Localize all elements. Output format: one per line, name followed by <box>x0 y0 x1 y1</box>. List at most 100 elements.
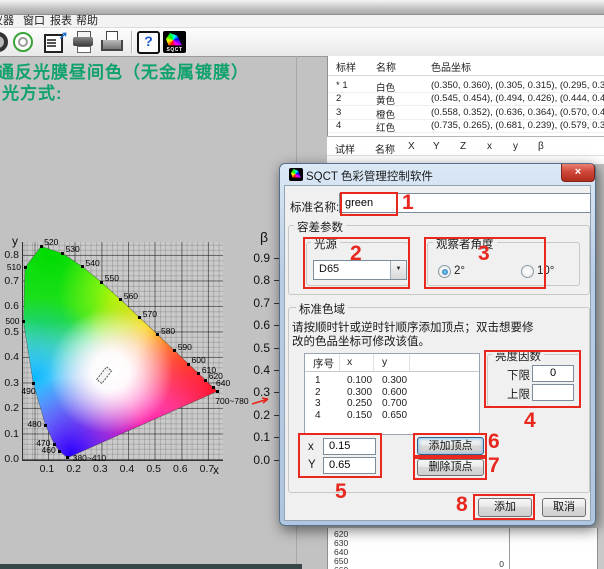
cie-horseshoe <box>23 242 223 460</box>
printer-icon[interactable] <box>72 31 96 53</box>
locus-point <box>119 298 122 301</box>
annotation-box-7 <box>413 457 487 480</box>
annotation-number-8: 8 <box>456 494 468 516</box>
x-axis-tick: 0.3 <box>89 463 111 475</box>
locus-wavelength-label: 570 <box>143 310 157 319</box>
spectral-value: 0 <box>458 559 504 569</box>
locus-point <box>53 443 56 446</box>
beta-axis-tick: 0.5 <box>236 341 270 355</box>
annotation-box-1 <box>340 192 398 216</box>
toolbar-separator <box>131 31 133 53</box>
annotation-number-7: 7 <box>488 455 500 477</box>
locus-point <box>24 266 27 269</box>
locus-point <box>187 363 190 366</box>
cancel-button[interactable]: 取消 <box>542 498 586 517</box>
vertex-row[interactable]: 10.1000.300 <box>305 375 479 387</box>
annotation-number-2: 2 <box>350 243 362 265</box>
annotation-number-1: 1 <box>402 192 414 214</box>
beta-axis-tick: 0.1 <box>236 430 270 444</box>
beta-axis-label: β <box>260 229 268 245</box>
dialog-title: SQCT 色彩管理控制软件 <box>306 168 433 184</box>
annotation-number-3: 3 <box>478 243 490 265</box>
circle-tool-icon[interactable] <box>0 31 11 53</box>
column-header: 名称 <box>376 59 396 73</box>
y-axis-tick: 0.8 <box>0 249 19 261</box>
menu-item-report[interactable]: 报表 <box>50 15 72 27</box>
column-header: 色品坐标 <box>431 59 471 73</box>
locus-wavelength-label: 490 <box>21 387 35 396</box>
report-export-icon[interactable]: ➚ <box>43 31 67 53</box>
vertex-col-x: x <box>347 356 352 368</box>
locus-point <box>173 349 176 352</box>
window-bottom-edge <box>0 564 302 569</box>
column-header: 名称 <box>375 141 395 154</box>
instruction-line2: 改的色品坐标可修改该值。 <box>292 333 430 349</box>
column-header: y <box>513 141 518 154</box>
locus-wavelength-label: 520 <box>44 238 58 247</box>
locus-point <box>212 386 215 389</box>
vertex-col-y: y <box>382 356 387 368</box>
gamut-group-label: 标准色域 <box>296 301 348 317</box>
menu-item-help[interactable]: 帮助 <box>76 15 98 27</box>
locus-wavelength-label: 480 <box>25 420 42 429</box>
locus-wavelength-label: 580 <box>161 327 175 336</box>
table-row[interactable]: 2黄色(0.545, 0.454), (0.494, 0.426), (0.44… <box>328 92 604 106</box>
vertex-table[interactable]: 序号 x y 10.1000.30020.3000.60030.2500.700… <box>304 353 480 435</box>
locus-point <box>22 320 25 323</box>
y-axis-tick: 0.2 <box>0 402 19 414</box>
locus-wavelength-label: 550 <box>105 274 119 283</box>
scrollbar-strip[interactable] <box>597 528 604 569</box>
vertex-row[interactable]: 40.1500.650 <box>305 410 479 422</box>
tolerance-group-label: 容差参数 <box>294 219 346 235</box>
locus-wavelength-label: 540 <box>86 259 100 268</box>
vertex-row[interactable]: 30.2500.700 <box>305 398 479 410</box>
toolbar: ➚ ? SQCT <box>0 28 604 57</box>
locus-wavelength-label: 510 <box>4 263 21 272</box>
y-axis-tick: 0.3 <box>0 377 19 389</box>
locus-point <box>216 390 219 393</box>
table-row[interactable]: * 1白色(0.350, 0.360), (0.305, 0.315), (0.… <box>328 79 604 93</box>
annotation-box-5 <box>298 433 382 478</box>
beta-axis-tick: 0.9 <box>236 251 270 265</box>
y-axis-tick: 0.5 <box>0 326 19 338</box>
help-icon[interactable]: ? <box>137 31 161 53</box>
column-header: Y <box>433 141 440 154</box>
column-header: 试样 <box>335 141 355 154</box>
x-axis-label: x <box>213 463 219 477</box>
beta-axis-tick: 0.2 <box>236 408 270 422</box>
print-output-icon[interactable] <box>100 31 124 53</box>
y-axis-tick: 0.6 <box>0 300 19 312</box>
locus-wavelength-label: 640 <box>216 379 230 388</box>
column-header: β <box>538 141 544 154</box>
sqct-icon[interactable]: SQCT <box>163 31 186 53</box>
target-tool-icon[interactable] <box>12 31 36 53</box>
vertex-row[interactable]: 20.3000.600 <box>305 387 479 399</box>
standard-name-label: 标准名称: <box>290 199 339 215</box>
locus-point <box>138 316 141 319</box>
locus-point <box>156 333 159 336</box>
annotation-number-6: 6 <box>488 431 500 453</box>
locus-point <box>204 379 207 382</box>
locus-wavelength-label: 560 <box>124 292 138 301</box>
dialog-icon <box>289 168 303 181</box>
y-axis-tick: 0.7 <box>0 275 19 287</box>
locus-point <box>81 265 84 268</box>
locus-wavelength-label: 600 <box>192 356 206 365</box>
table-row[interactable]: 4红色(0.735, 0.265), (0.681, 0.239), (0.57… <box>328 119 604 133</box>
locus-wavelength-label: 590 <box>178 343 192 352</box>
y-axis-label: y <box>12 234 18 248</box>
cie-plot-area[interactable]: 520530540550560570580590600610620640700~… <box>22 242 223 461</box>
close-button[interactable]: × <box>561 164 595 182</box>
x-axis-tick: 0.5 <box>143 463 165 475</box>
menu-item-window[interactable]: 窗口 <box>23 15 45 27</box>
spectral-wavelength-list[interactable]: 620630640650660 0 <box>327 528 604 569</box>
locus-point <box>66 456 69 459</box>
menu-item-instrument[interactable]: 仪器 <box>0 15 14 27</box>
y-axis-tick: 0.1 <box>0 428 19 440</box>
x-axis-tick: 0.1 <box>36 463 58 475</box>
locus-wavelength-label: 530 <box>66 245 80 254</box>
locus-point <box>58 450 61 453</box>
table-row[interactable]: 3橙色(0.558, 0.352), (0.636, 0.364), (0.57… <box>328 106 604 120</box>
column-divider <box>509 528 510 569</box>
menu-bar: 仪器 窗口 报表 帮助 <box>0 15 604 28</box>
